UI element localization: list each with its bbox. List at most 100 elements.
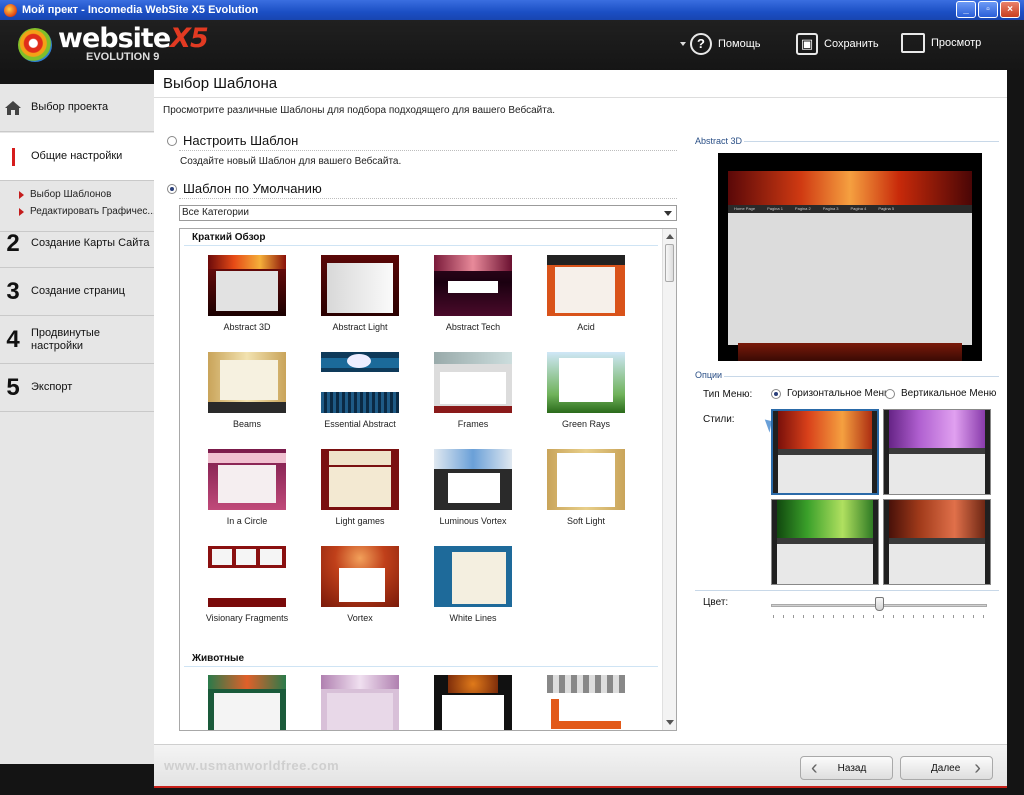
template-tile-white-lines[interactable]: White Lines <box>423 546 523 630</box>
style-option-3[interactable] <box>771 499 879 585</box>
window-title-bar: Мой прект - Incomedia WebSite X5 Evoluti… <box>0 0 1024 20</box>
menu-type-label: Тип Меню: <box>703 389 753 400</box>
menu-horizontal-option[interactable]: Горизонтальное Меню <box>771 388 892 399</box>
preview-menu-item: Home Page <box>734 206 756 211</box>
template-thumbnail <box>321 675 399 730</box>
sidebar-subitem-graphics[interactable]: Редактировать Графичес... <box>0 203 154 220</box>
template-caption: Acid <box>577 322 595 332</box>
template-tile-soft-light[interactable]: Soft Light <box>536 449 636 533</box>
template-thumbnail <box>208 675 286 730</box>
template-tile-essential-abstract[interactable]: Essential Abstract <box>310 352 410 436</box>
template-tile-green-rays[interactable]: Green Rays <box>536 352 636 436</box>
custom-template-description: Создайте новый Шаблон для вашего Вебсайт… <box>180 156 402 167</box>
sidebar-item-label: Создание страниц <box>31 285 125 297</box>
section-divider <box>184 666 658 667</box>
styles-label: Стили: <box>703 414 735 425</box>
template-thumbnail <box>321 255 399 316</box>
chevron-left-icon: ‹ <box>811 757 818 779</box>
color-slider-thumb[interactable] <box>875 597 884 611</box>
save-button[interactable]: ▣ Сохранить <box>796 33 879 55</box>
preview-label: Abstract 3D <box>695 136 743 146</box>
triangle-right-icon <box>19 207 24 216</box>
menu-horizontal-radio[interactable] <box>771 388 781 399</box>
menu-vertical-label: Вертикальное Меню <box>901 388 997 399</box>
template-tile-acid[interactable]: Acid <box>536 255 636 339</box>
sidebar-item-label: Выбор проекта <box>31 101 109 113</box>
menu-horizontal-label: Горизонтальное Меню <box>787 388 892 399</box>
save-label: Сохранить <box>824 38 879 50</box>
menu-vertical-option[interactable]: Вертикальное Меню <box>885 388 996 399</box>
template-tile-beams[interactable]: Beams <box>197 352 297 436</box>
sidebar-item-project[interactable]: Выбор проекта <box>0 84 154 132</box>
chevron-right-icon: › <box>974 757 981 779</box>
home-icon <box>0 100 26 116</box>
template-tile-animals-1[interactable] <box>197 675 297 730</box>
preview-button[interactable]: Просмотр <box>901 33 981 53</box>
template-thumbnail <box>434 449 512 510</box>
help-dropdown-arrow-icon[interactable] <box>680 42 686 46</box>
template-tile-in-a-circle[interactable]: In a Circle <box>197 449 297 533</box>
chevron-down-icon[interactable] <box>664 211 672 216</box>
template-tile-vortex[interactable]: Vortex <box>310 546 410 630</box>
window-title: Мой прект - Incomedia WebSite X5 Evoluti… <box>22 4 259 16</box>
minimize-icon[interactable]: _ <box>956 1 976 18</box>
category-select[interactable]: Все Категории <box>179 205 677 221</box>
template-tile-abstract-tech[interactable]: Abstract Tech <box>423 255 523 339</box>
gallery-scrollbar[interactable] <box>662 229 676 730</box>
default-template-radio[interactable] <box>167 183 177 194</box>
sidebar-item-general-settings[interactable]: Общие настройки <box>0 133 154 181</box>
template-tile-animals-2[interactable] <box>310 675 410 730</box>
close-icon[interactable]: × <box>1000 1 1020 18</box>
menu-vertical-radio[interactable] <box>885 388 895 399</box>
sidebar-item-export[interactable]: 5 Экспорт <box>0 364 154 412</box>
triangle-right-icon <box>19 190 24 199</box>
style-option-1[interactable] <box>771 409 879 495</box>
template-tile-abstract-light[interactable]: Abstract Light <box>310 255 410 339</box>
template-thumbnail <box>547 449 625 510</box>
template-tile-luminous-vortex[interactable]: Luminous Vortex <box>423 449 523 533</box>
next-button[interactable]: Далее › <box>900 756 993 780</box>
step-number: 5 <box>6 373 20 401</box>
template-tile-visionary-fragments[interactable]: Visionary Fragments <box>197 546 297 630</box>
save-disk-icon: ▣ <box>796 33 818 55</box>
default-template-option[interactable]: Шаблон по Умолчанию <box>167 181 322 196</box>
app-header: websiteX5 EVOLUTION 9 ? Помощь ▣ Сохрани… <box>0 20 1024 70</box>
template-thumbnail <box>208 255 286 316</box>
sidebar-item-sitemap[interactable]: 2 Создание Карты Сайта <box>0 220 154 268</box>
back-button[interactable]: ‹ Назад <box>800 756 893 780</box>
template-tile-frames[interactable]: Frames <box>423 352 523 436</box>
template-preview: Home Page Pagina 1 Pagina 2 Pagina 3 Pag… <box>718 153 982 361</box>
scroll-down-icon[interactable] <box>666 720 674 725</box>
style-option-2[interactable] <box>883 409 991 495</box>
template-tile-animals-3[interactable] <box>423 675 523 730</box>
app-icon <box>4 3 17 17</box>
step-number: 2 <box>6 229 20 257</box>
style-grid <box>771 407 993 585</box>
template-tile-light-games[interactable]: Light games <box>310 449 410 533</box>
template-caption: Abstract 3D <box>223 322 271 332</box>
sidebar-item-pages[interactable]: 3 Создание страниц <box>0 268 154 316</box>
template-thumbnail <box>208 546 286 607</box>
template-tile-animals-4[interactable] <box>536 675 636 730</box>
maximize-icon[interactable]: ▫ <box>978 1 998 18</box>
main-panel: Выбор Шаблона Просмотрите различные Шабл… <box>154 70 1007 744</box>
footer-accent-line <box>154 786 1007 788</box>
template-caption: Luminous Vortex <box>439 516 507 526</box>
template-caption: Abstract Light <box>332 322 388 332</box>
template-caption: Visionary Fragments <box>205 613 289 623</box>
sidebar-item-label: Создание Карты Сайта <box>31 237 150 249</box>
custom-template-option[interactable]: Настроить Шаблон <box>167 133 298 148</box>
sidebar-item-advanced[interactable]: 4 Продвинутые настройки <box>0 316 154 364</box>
custom-template-radio[interactable] <box>167 135 177 146</box>
help-button[interactable]: ? Помощь <box>690 33 761 55</box>
scroll-up-icon[interactable] <box>666 234 674 239</box>
template-tile-abstract-3d[interactable]: Abstract 3D <box>197 255 297 339</box>
sidebar-subitem-templates[interactable]: Выбор Шаблонов <box>0 186 154 203</box>
style-option-4[interactable] <box>883 499 991 585</box>
help-label: Помощь <box>718 38 761 50</box>
template-caption: In a Circle <box>226 516 268 526</box>
logo-main-text: website <box>58 23 171 54</box>
preview-label: Просмотр <box>931 37 982 49</box>
scrollbar-thumb[interactable] <box>665 244 674 282</box>
preview-menu-item: Pagina 4 <box>850 206 867 211</box>
